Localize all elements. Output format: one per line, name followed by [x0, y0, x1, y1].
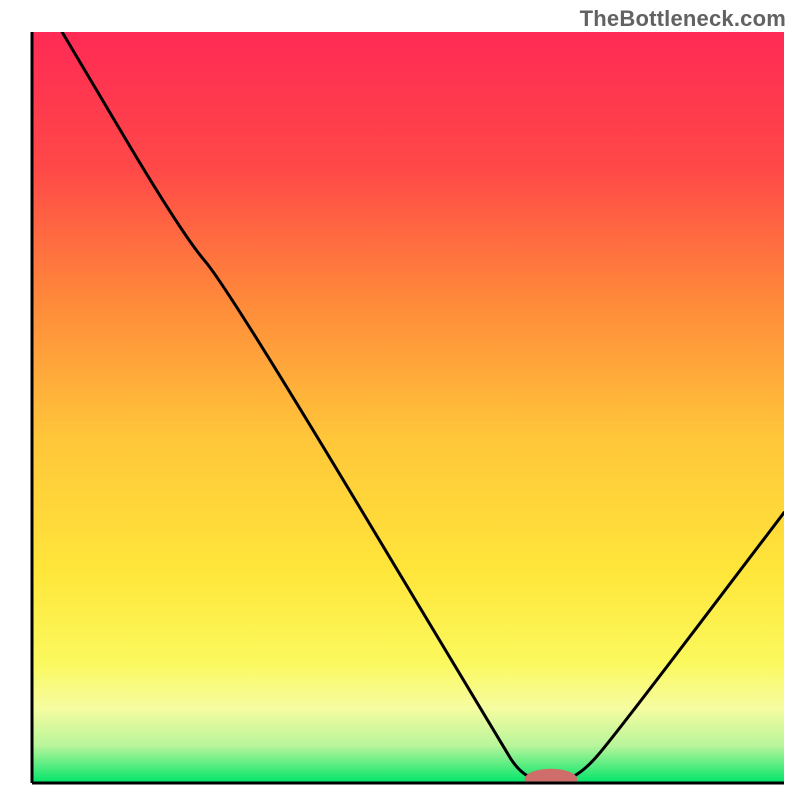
- chart-container: TheBottleneck.com: [0, 0, 800, 800]
- optimum-marker: [525, 769, 578, 790]
- bottleneck-chart: [0, 0, 800, 800]
- plot-background: [32, 32, 784, 783]
